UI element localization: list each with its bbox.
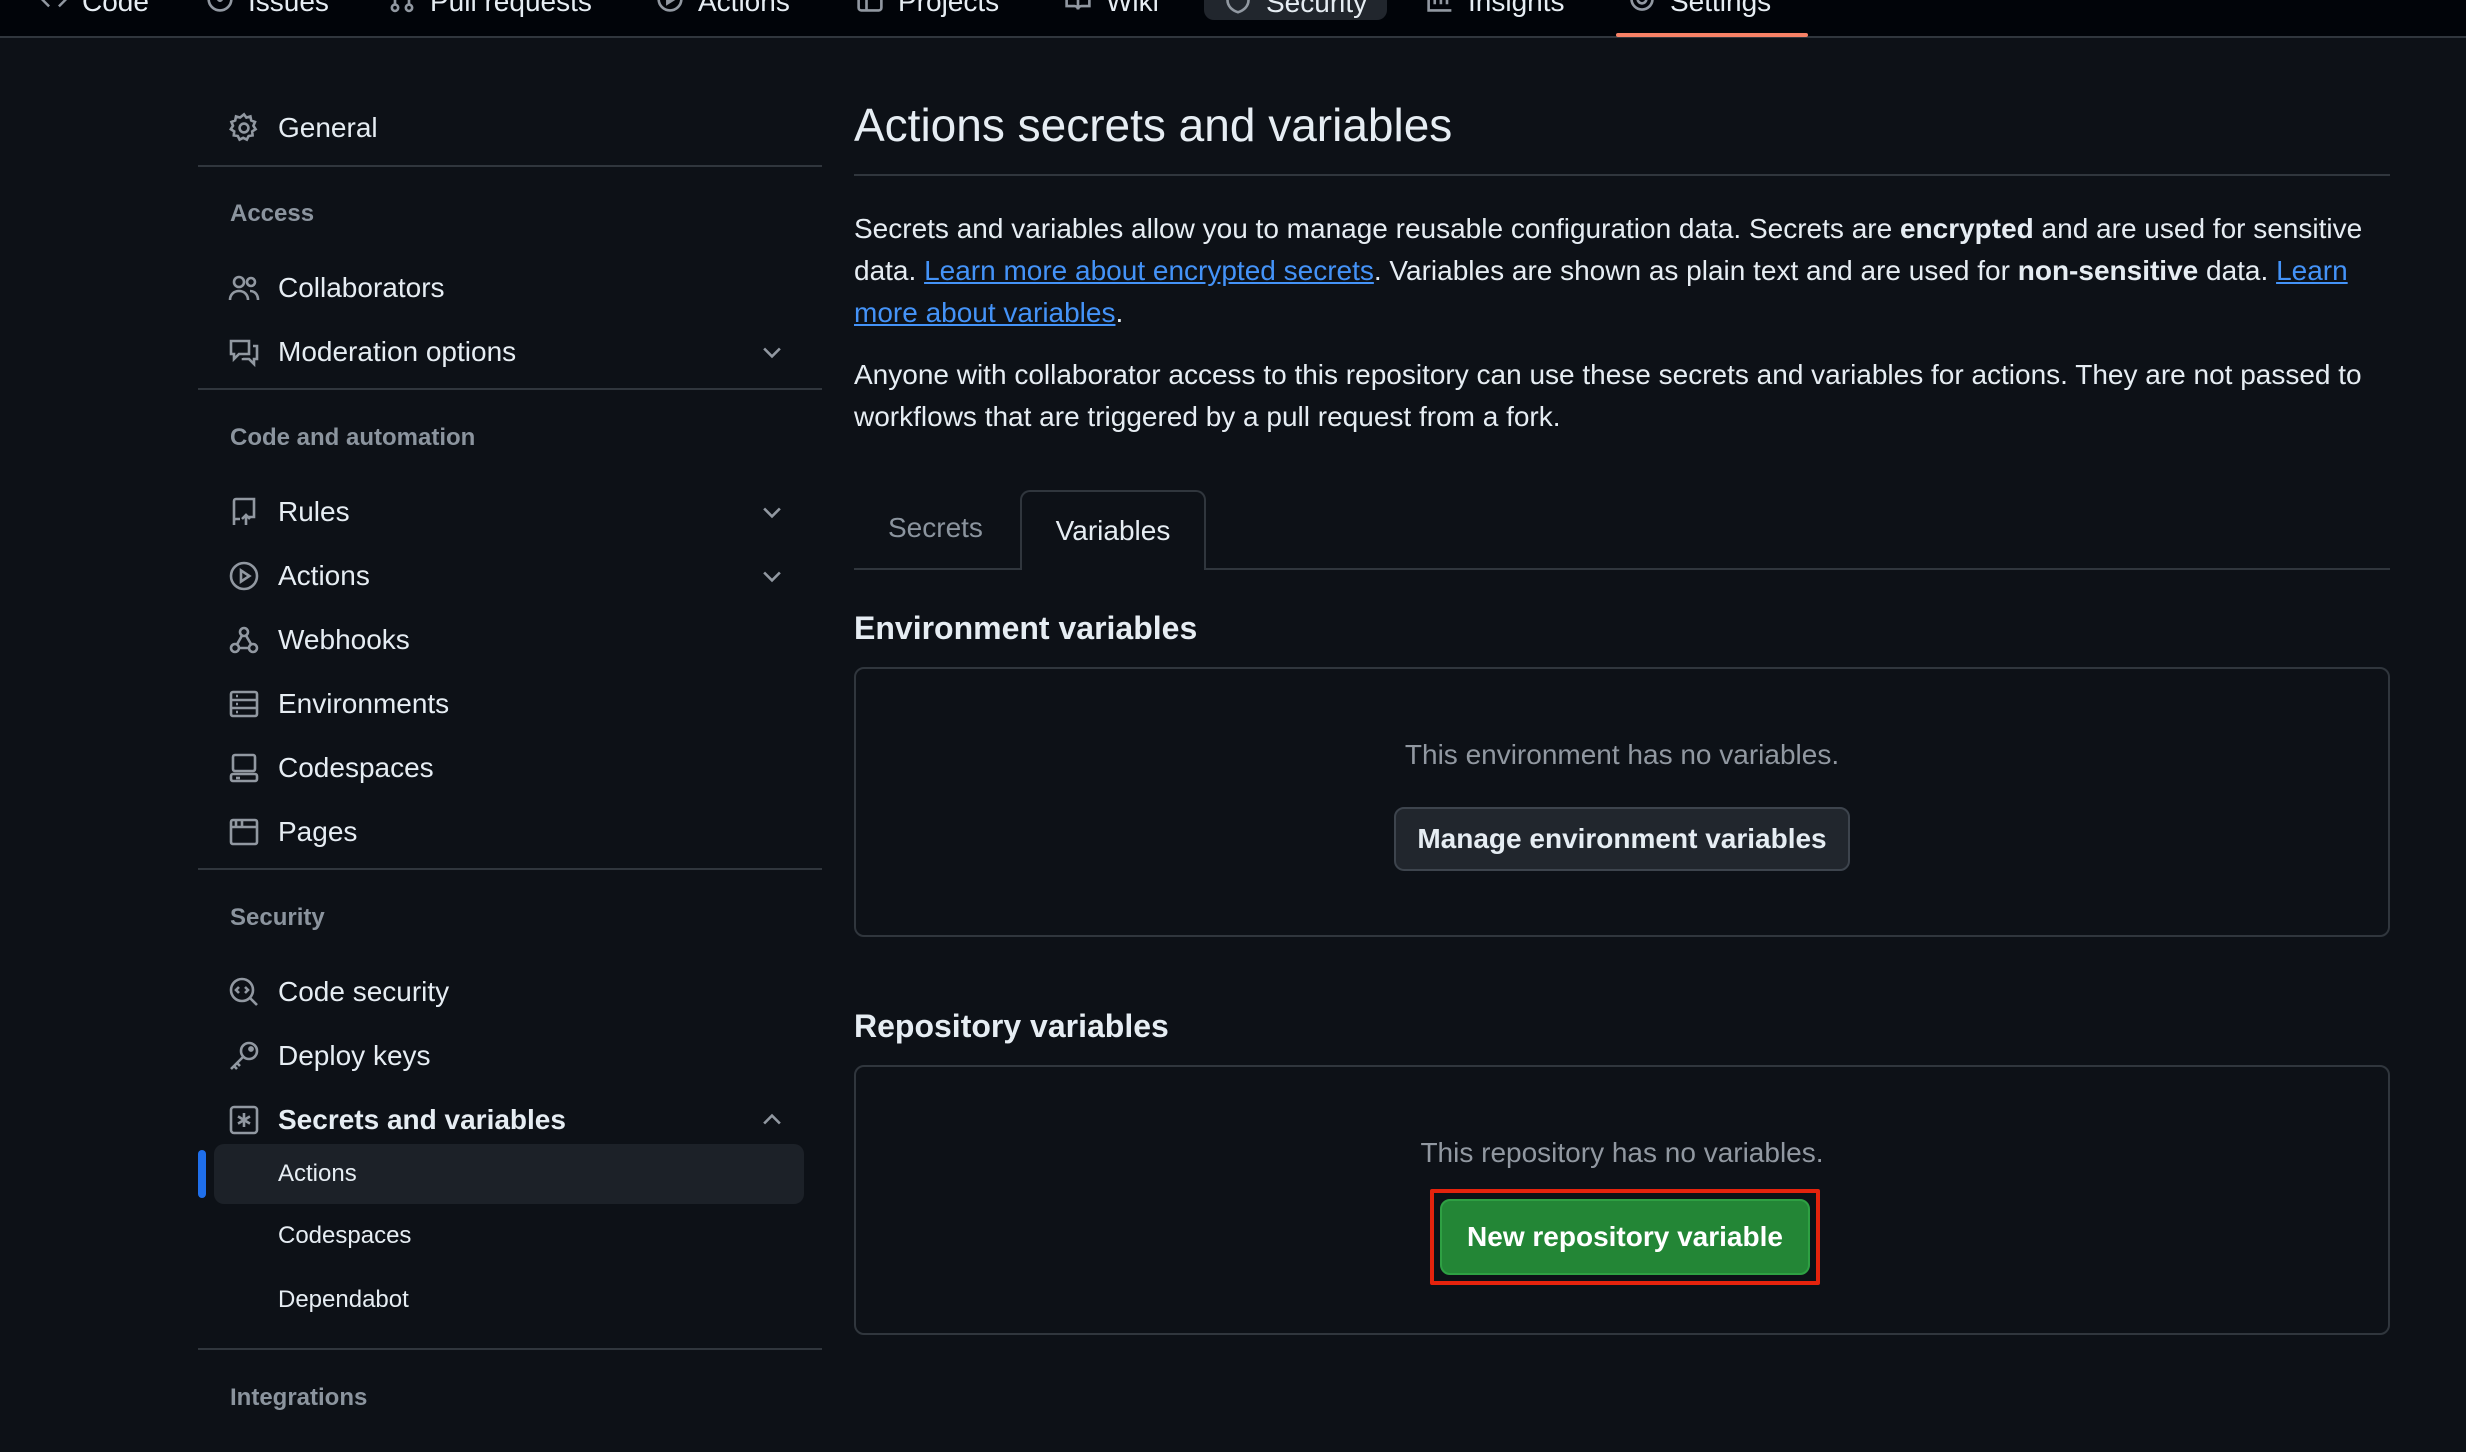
access-note-paragraph: Anyone with collaborator access to this … bbox=[854, 359, 2362, 432]
sidebar-heading-code-automation: Code and automation bbox=[230, 424, 476, 451]
play-icon bbox=[656, 0, 684, 20]
sidebar-divider bbox=[198, 1348, 822, 1350]
tab-security[interactable]: Security bbox=[1204, 0, 1388, 21]
chevron-up-icon[interactable] bbox=[758, 1106, 786, 1134]
sidebar-subitem-actions[interactable]: Actions bbox=[214, 1144, 804, 1204]
codespaces-icon bbox=[228, 752, 260, 784]
sidebar-item-actions[interactable]: Actions bbox=[198, 548, 808, 604]
sidebar-subitem-codespaces[interactable]: Codespaces bbox=[198, 1208, 808, 1264]
play-icon bbox=[228, 560, 260, 592]
sidebar-item-codespaces[interactable]: Codespaces bbox=[198, 740, 808, 796]
gear-icon bbox=[1628, 0, 1656, 20]
codescan-icon bbox=[228, 976, 260, 1008]
new-repository-variable-button[interactable]: New repository variable bbox=[1440, 1199, 1810, 1275]
sidebar-divider bbox=[198, 388, 822, 390]
repository-variables-heading: Repository variables bbox=[854, 1008, 1169, 1044]
gear-icon bbox=[228, 112, 260, 144]
sidebar-divider bbox=[198, 868, 822, 870]
selected-tab-underline bbox=[1616, 33, 1808, 37]
repository-variables-box: This repository has no variables. New re… bbox=[854, 1065, 2390, 1335]
tab-issues[interactable]: Issues bbox=[206, 0, 329, 20]
sidebar-item-pages[interactable]: Pages bbox=[198, 804, 808, 860]
chevron-down-icon[interactable] bbox=[758, 562, 786, 590]
table-icon bbox=[856, 0, 884, 20]
key-asterisk-icon bbox=[228, 1104, 260, 1136]
sidebar-item-moderation-options[interactable]: Moderation options bbox=[198, 324, 808, 380]
manage-environment-variables-button[interactable]: Manage environment variables bbox=[1394, 807, 1850, 871]
environment-variables-heading: Environment variables bbox=[854, 610, 1198, 646]
repo-nav: Code Issues Pull requests Actions Projec… bbox=[0, 0, 2466, 38]
sidebar-item-deploy-keys[interactable]: Deploy keys bbox=[198, 1028, 808, 1084]
sidebar-heading-security: Security bbox=[230, 904, 325, 931]
title-divider bbox=[854, 174, 2390, 176]
sidebar-item-webhooks[interactable]: Webhooks bbox=[198, 612, 808, 668]
active-indicator bbox=[198, 1150, 206, 1198]
learn-more-secrets-link[interactable]: Learn more about encrypted secrets bbox=[924, 255, 1374, 286]
repo-push-icon bbox=[228, 496, 260, 528]
shield-icon bbox=[1224, 0, 1252, 21]
sidebar-item-secrets-and-variables[interactable]: Secrets and variables bbox=[198, 1092, 808, 1148]
page-title: Actions secrets and variables bbox=[854, 99, 1453, 151]
sidebar-divider bbox=[198, 165, 822, 167]
tab-code[interactable]: Code bbox=[40, 0, 149, 20]
intro-paragraph: Secrets and variables allow you to manag… bbox=[854, 213, 2363, 328]
sidebar-item-collaborators[interactable]: Collaborators bbox=[198, 260, 808, 316]
environment-variables-box: This environment has no variables. Manag… bbox=[854, 667, 2390, 937]
code-icon bbox=[40, 0, 68, 20]
environment-empty-message: This environment has no variables. bbox=[1404, 739, 1840, 770]
sidebar-item-environments[interactable]: Environments bbox=[198, 676, 808, 732]
sidebar-item-rules[interactable]: Rules bbox=[198, 484, 808, 540]
tab-insights[interactable]: Insights bbox=[1426, 0, 1565, 20]
webhook-icon bbox=[228, 624, 260, 656]
tab-wiki[interactable]: Wiki bbox=[1064, 0, 1159, 20]
book-icon bbox=[1064, 0, 1092, 20]
tab-projects[interactable]: Projects bbox=[856, 0, 999, 20]
pull-request-icon bbox=[388, 0, 416, 20]
tab-variables[interactable]: Variables bbox=[1020, 490, 1206, 570]
server-icon bbox=[228, 688, 260, 720]
sidebar-heading-access: Access bbox=[230, 200, 315, 227]
repository-empty-message: This repository has no variables. bbox=[1420, 1137, 1824, 1168]
sidebar-item-code-security[interactable]: Code security bbox=[198, 964, 808, 1020]
issue-icon bbox=[206, 0, 234, 20]
sidebar-heading-integrations: Integrations bbox=[230, 1384, 368, 1411]
sidebar-subitem-dependabot[interactable]: Dependabot bbox=[198, 1272, 808, 1328]
graph-icon bbox=[1426, 0, 1454, 20]
browser-icon bbox=[228, 816, 260, 848]
sidebar-item-general[interactable]: General bbox=[198, 100, 808, 156]
comment-discussion-icon bbox=[228, 336, 260, 368]
tab-actions[interactable]: Actions bbox=[656, 0, 790, 20]
tab-secrets[interactable]: Secrets bbox=[888, 512, 983, 544]
people-icon bbox=[228, 272, 260, 304]
chevron-down-icon[interactable] bbox=[758, 338, 786, 366]
tab-pull-requests[interactable]: Pull requests bbox=[388, 0, 592, 20]
chevron-down-icon[interactable] bbox=[758, 498, 786, 526]
key-icon bbox=[228, 1040, 260, 1072]
tab-settings[interactable]: Settings bbox=[1628, 0, 1771, 20]
